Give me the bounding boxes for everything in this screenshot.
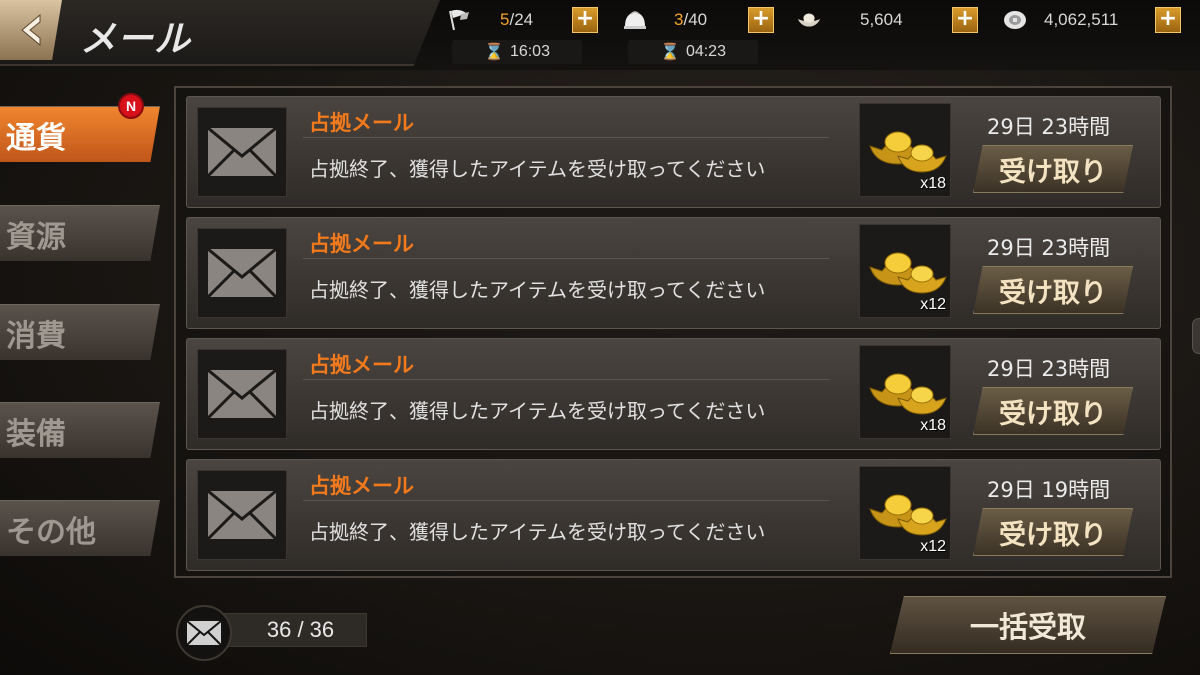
envelope-icon bbox=[206, 489, 278, 541]
mail-envelope bbox=[197, 228, 287, 318]
claim-button[interactable]: 受け取り bbox=[973, 508, 1133, 556]
mail-row[interactable]: 占拠メール 占拠終了、獲得したアイテムを受け取ってください x18 29日 23… bbox=[186, 338, 1161, 450]
bun-count: 3/40 bbox=[674, 10, 708, 29]
add-silver-button[interactable]: + bbox=[1155, 7, 1181, 33]
mail-body: 占拠終了、獲得したアイテムを受け取ってください bbox=[309, 278, 766, 302]
gold-amount: 5,604 bbox=[860, 10, 903, 29]
expiry-time: 29日 23時間 bbox=[987, 115, 1111, 139]
back-button[interactable] bbox=[0, 0, 62, 60]
bun-timer: ⌛ 04:23 bbox=[628, 40, 758, 64]
mail-envelope bbox=[197, 349, 287, 439]
envelope-icon bbox=[206, 368, 278, 420]
claim-button[interactable]: 受け取り bbox=[973, 387, 1133, 435]
screen-title: メール bbox=[80, 19, 192, 60]
mail-body: 占拠終了、獲得したアイテムを受け取ってください bbox=[309, 520, 766, 544]
reward-slot[interactable]: x18 bbox=[859, 345, 951, 439]
silver-amount: 4,062,511 bbox=[1044, 10, 1119, 29]
flags-timer-value: 16:03 bbox=[509, 43, 550, 60]
bun-icon bbox=[622, 8, 648, 32]
add-bun-button[interactable]: + bbox=[748, 7, 774, 33]
reward-slot[interactable]: x12 bbox=[859, 224, 951, 318]
claim-all-button[interactable]: 一括受取 bbox=[890, 596, 1166, 654]
mail-body: 占拠終了、獲得したアイテムを受け取ってください bbox=[309, 399, 766, 423]
mail-envelope bbox=[197, 470, 287, 560]
reward-quantity: x12 bbox=[920, 296, 946, 313]
flags-timer: ⌛ 16:03 bbox=[452, 40, 582, 64]
reward-quantity: x18 bbox=[920, 175, 946, 192]
mail-row[interactable]: 占拠メール 占拠終了、獲得したアイテムを受け取ってください x12 29日 19… bbox=[186, 459, 1161, 571]
mail-title: 占拠メール bbox=[309, 232, 414, 256]
claim-button[interactable]: 受け取り bbox=[973, 145, 1133, 193]
resource-flags: 5/24 bbox=[446, 6, 533, 34]
tab-consumables[interactable]: 消費 bbox=[0, 304, 160, 360]
resource-silver: 4,062,511 bbox=[1002, 6, 1118, 34]
chevron-left-icon bbox=[21, 13, 41, 47]
mail-row[interactable]: 占拠メール 占拠終了、獲得したアイテムを受け取ってください x18 29日 23… bbox=[186, 96, 1161, 208]
mail-title: 占拠メール bbox=[309, 353, 414, 377]
envelope-icon bbox=[186, 620, 222, 646]
reward-slot[interactable]: x18 bbox=[859, 103, 951, 197]
mail-title: 占拠メール bbox=[309, 111, 414, 135]
gold-ingot-icon bbox=[796, 8, 822, 32]
tab-resources[interactable]: 資源 bbox=[0, 205, 160, 261]
mail-divider bbox=[303, 258, 829, 259]
claim-button[interactable]: 受け取り bbox=[973, 266, 1133, 314]
mail-count: 36 / 36 bbox=[214, 613, 367, 647]
title-panel bbox=[0, 0, 440, 66]
mail-envelope bbox=[197, 107, 287, 197]
mail-row[interactable]: 占拠メール 占拠終了、獲得したアイテムを受け取ってください x12 29日 23… bbox=[186, 217, 1161, 329]
scroll-handle[interactable] bbox=[1192, 318, 1200, 354]
mail-title: 占拠メール bbox=[309, 474, 414, 498]
hourglass-icon: ⌛ bbox=[660, 44, 680, 61]
mail-count-badge bbox=[176, 605, 232, 661]
envelope-icon bbox=[206, 126, 278, 178]
reward-quantity: x12 bbox=[920, 538, 946, 555]
flag-icon bbox=[446, 8, 472, 32]
expiry-time: 29日 23時間 bbox=[987, 357, 1111, 381]
reward-quantity: x18 bbox=[920, 417, 946, 434]
new-badge: N bbox=[118, 93, 144, 119]
resource-bun: 3/40 bbox=[622, 6, 707, 34]
mail-body: 占拠終了、獲得したアイテムを受け取ってください bbox=[309, 157, 766, 181]
bun-timer-value: 04:23 bbox=[685, 43, 726, 60]
mail-divider bbox=[303, 500, 829, 501]
reward-slot[interactable]: x12 bbox=[859, 466, 951, 560]
resource-gold: 5,604 bbox=[796, 6, 903, 34]
envelope-icon bbox=[206, 247, 278, 299]
hourglass-icon: ⌛ bbox=[484, 44, 504, 61]
tab-other[interactable]: その他 bbox=[0, 500, 160, 556]
add-flags-button[interactable]: + bbox=[572, 7, 598, 33]
flags-count: 5/24 bbox=[500, 10, 534, 29]
mail-divider bbox=[303, 379, 829, 380]
expiry-time: 29日 23時間 bbox=[987, 236, 1111, 260]
tab-equipment[interactable]: 装備 bbox=[0, 402, 160, 458]
silver-coin-icon bbox=[1002, 8, 1028, 32]
add-gold-button[interactable]: + bbox=[952, 7, 978, 33]
expiry-time: 29日 19時間 bbox=[987, 478, 1111, 502]
mail-divider bbox=[303, 137, 829, 138]
